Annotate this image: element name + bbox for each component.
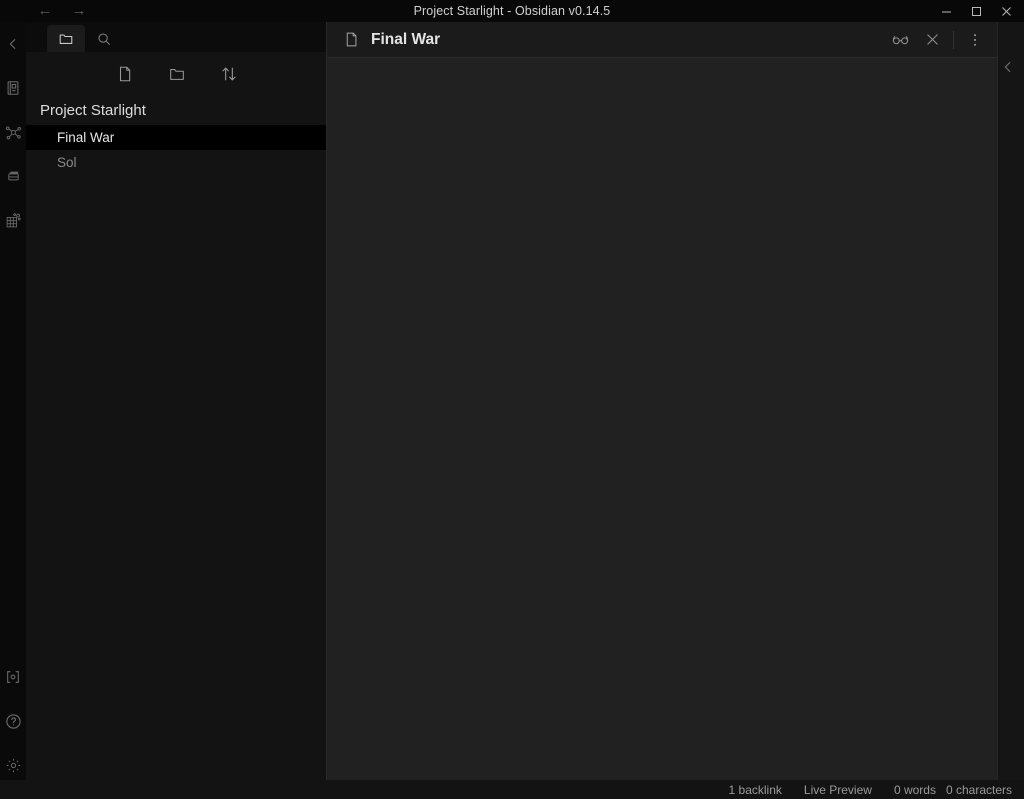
right-sidebar [997,22,1024,780]
tab-file-explorer[interactable] [47,25,85,52]
help-icon[interactable] [0,699,26,743]
window-title: Project Starlight - Obsidian v0.14.5 [0,4,1024,18]
status-editor-mode[interactable]: Live Preview [804,783,872,797]
command-palette-icon[interactable] [0,655,26,699]
file-item-label: Sol [57,155,77,170]
ribbon-top-group [0,22,26,242]
forward-button[interactable]: → [70,2,88,20]
file-list: Final War Sol [26,125,327,175]
navigation-arrows: ← → [36,2,88,20]
collapse-right-sidebar-icon[interactable] [1001,60,1021,80]
open-daily-note-icon[interactable] [0,66,26,110]
close-button[interactable] [992,0,1020,22]
reading-view-button[interactable] [886,26,914,54]
file-item-final-war[interactable]: Final War [26,125,327,150]
editor-tab-title: Final War [371,31,440,49]
document-icon [343,31,360,48]
window-controls [932,0,1020,22]
vault-title[interactable]: Project Starlight [26,96,327,125]
left-ribbon [0,22,26,799]
toolbar-divider [953,31,954,49]
new-note-button[interactable] [113,62,137,86]
status-character-count[interactable]: 0 characters [946,783,1012,797]
main-content-area: Final War [327,22,997,780]
canvas-icon[interactable] [0,154,26,198]
status-bar: 1 backlink Live Preview 0 words 0 charac… [0,780,1024,799]
file-item-label: Final War [57,130,114,145]
editor-tab-header: Final War [327,22,997,58]
sidebar-tab-strip [26,22,327,52]
title-bar: ← → Project Starlight - Obsidian v0.14.5 [0,0,1024,22]
status-word-count[interactable]: 0 words [894,783,936,797]
maximize-button[interactable] [962,0,990,22]
graph-view-icon[interactable] [0,110,26,154]
change-sort-order-button[interactable] [217,62,241,86]
close-tab-button[interactable] [918,26,946,54]
status-backlinks[interactable]: 1 backlink [729,783,782,797]
explorer-toolbar [26,52,327,96]
back-button[interactable]: ← [36,2,54,20]
minimize-button[interactable] [932,0,960,22]
collapse-left-sidebar-icon[interactable] [0,22,26,66]
new-folder-button[interactable] [165,62,189,86]
ribbon-bottom-group [0,655,26,799]
editor-tab-actions [886,26,997,54]
tab-search[interactable] [85,25,123,52]
calendar-icon[interactable] [0,198,26,242]
more-options-button[interactable] [961,26,989,54]
file-item-sol[interactable]: Sol [26,150,327,175]
obsidian-window: ← → Project Starlight - Obsidian v0.14.5 [0,0,1024,799]
left-sidebar: Project Starlight Final War Sol [26,22,327,780]
editor-content[interactable] [327,58,997,780]
